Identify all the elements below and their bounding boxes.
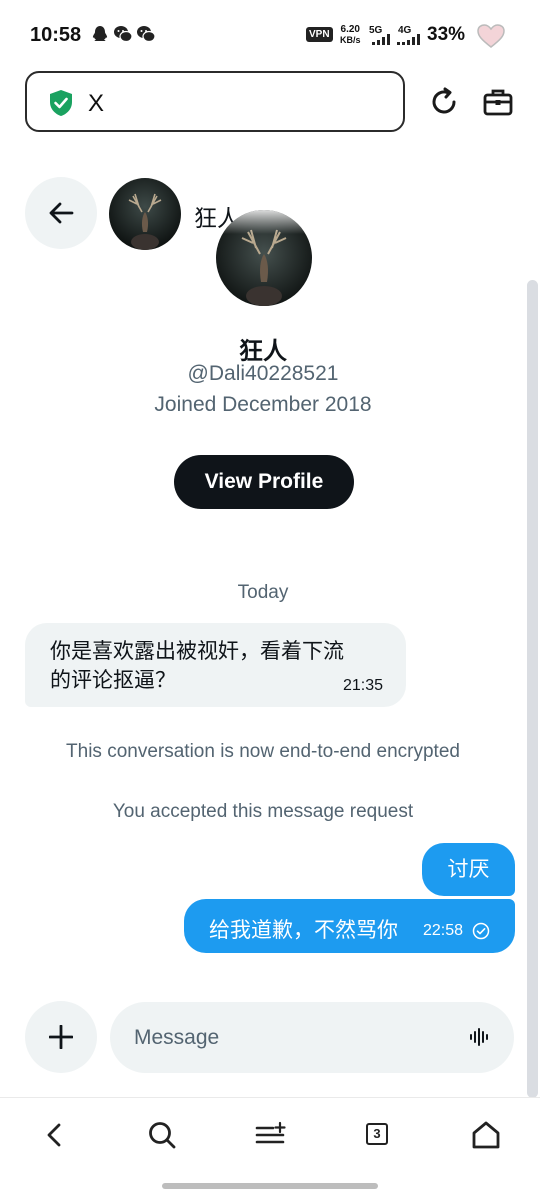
address-text[interactable]: X bbox=[88, 90, 104, 118]
wechat-icon-2 bbox=[137, 26, 156, 43]
encryption-notice: This conversation is now end-to-end encr… bbox=[66, 741, 460, 762]
briefcase-icon[interactable] bbox=[483, 87, 513, 117]
signal-5g-icon bbox=[372, 34, 390, 45]
vpn-badge: VPN bbox=[306, 27, 333, 42]
menu-icon[interactable] bbox=[255, 1120, 287, 1150]
profile-avatar[interactable] bbox=[216, 210, 312, 306]
profile-handle: @Dali40228521 bbox=[187, 362, 339, 385]
signal-4g-icon bbox=[397, 34, 420, 45]
view-profile-button[interactable]: View Profile bbox=[174, 455, 354, 509]
tabs-button[interactable]: 3 bbox=[366, 1123, 388, 1145]
plus-icon bbox=[49, 1025, 73, 1049]
home-icon[interactable] bbox=[470, 1120, 502, 1150]
battery-level: 33% bbox=[427, 24, 466, 45]
deer-avatar-image-large bbox=[216, 210, 312, 306]
outgoing-message-time: 22:58 bbox=[423, 922, 464, 939]
gesture-bar bbox=[162, 1183, 378, 1189]
request-accepted-notice: You accepted this message request bbox=[112, 801, 414, 822]
incoming-message-time: 21:35 bbox=[343, 677, 384, 694]
wechat-icon bbox=[114, 26, 133, 43]
back-button[interactable] bbox=[25, 177, 97, 249]
outgoing-message-text: 给我道歉，不然骂你 bbox=[209, 919, 398, 942]
qq-icon bbox=[92, 26, 108, 41]
nav-back-icon[interactable] bbox=[42, 1120, 68, 1150]
add-media-button[interactable] bbox=[25, 1001, 97, 1073]
profile-joined-date: Joined December 2018 bbox=[154, 393, 372, 416]
shield-check-icon bbox=[50, 90, 72, 116]
profile-name: 狂人 bbox=[239, 338, 287, 365]
heart-icon bbox=[477, 24, 505, 48]
outgoing-message-bubble[interactable]: 讨厌 bbox=[422, 843, 515, 896]
address-bar[interactable] bbox=[25, 71, 405, 132]
network-speed: 6.20 KB/s bbox=[340, 24, 361, 46]
message-input[interactable] bbox=[110, 1002, 514, 1073]
search-icon[interactable] bbox=[147, 1120, 177, 1150]
deer-avatar-image bbox=[109, 178, 181, 250]
scrollbar[interactable] bbox=[527, 280, 538, 1098]
back-arrow-icon bbox=[49, 202, 74, 224]
date-separator: Today bbox=[237, 582, 289, 603]
incoming-message-text: 你是喜欢露出被视奸，看着下流 的评论抠逼？ bbox=[50, 640, 344, 692]
reload-icon[interactable] bbox=[428, 86, 460, 118]
sent-check-icon bbox=[472, 922, 490, 940]
avatar[interactable] bbox=[109, 178, 181, 250]
voice-waveform-icon[interactable] bbox=[469, 1027, 489, 1047]
status-time: 10:58 bbox=[30, 24, 82, 46]
